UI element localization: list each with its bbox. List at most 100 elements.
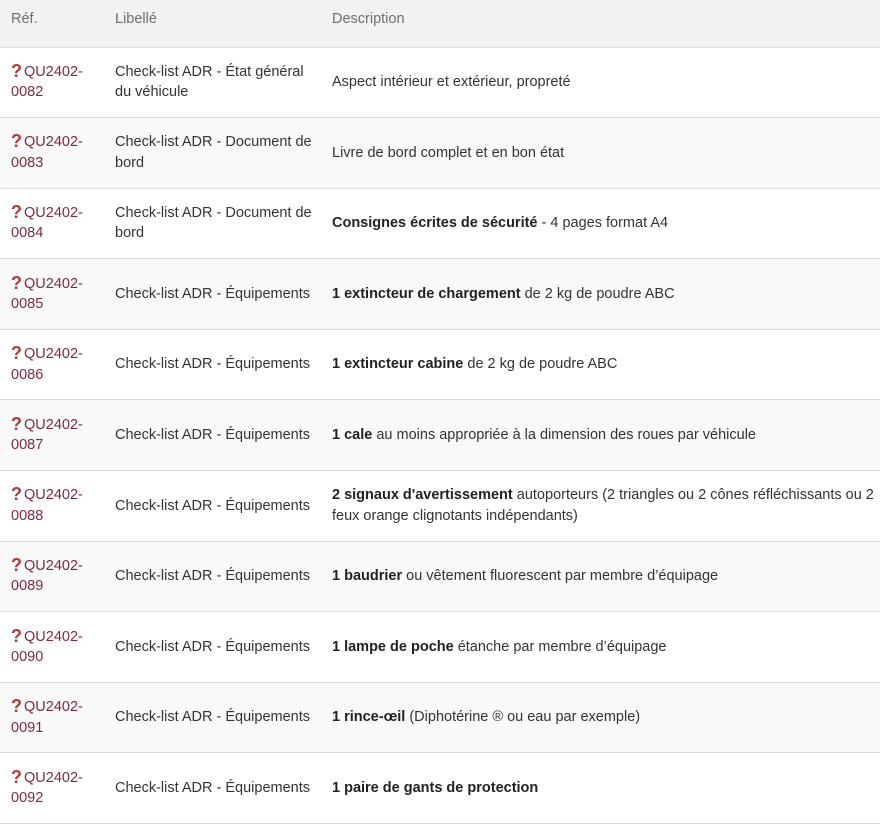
description-text: ou vêtement fluorescent par membre d’équ… [402, 568, 719, 585]
description-text: étanche par membre d’équipage [453, 638, 667, 655]
description-highlight: 1 extincteur de chargement [332, 285, 521, 302]
ref-cell: ? QU2402- 0090 [0, 611, 106, 683]
description-highlight: 1 cale [332, 427, 373, 444]
ref-number: 0084 [11, 225, 44, 242]
ref-number: 0082 [11, 84, 44, 101]
libelle-cell: Check-list ADR - État général du véhicul… [106, 47, 324, 119]
description-cell: 1 paire de gants de protection [324, 752, 880, 825]
description-highlight: Consignes écrites de sécurité [332, 215, 538, 232]
ref-prefix: QU2402- [24, 769, 83, 786]
ref-number: 0085 [11, 296, 44, 313]
description-cell: 1 extincteur de chargement de 2 kg de po… [324, 258, 880, 330]
description-text: - 4 pages format A4 [537, 215, 669, 232]
description-text: de 2 kg de poudre ABC [463, 356, 618, 373]
question-mark-icon: ? [11, 766, 22, 787]
libelle-cell: Check-list ADR - Document de bord [106, 188, 324, 260]
question-mark-icon: ? [11, 201, 22, 222]
question-mark-icon: ? [11, 413, 22, 434]
ref-number: 0092 [11, 790, 44, 807]
ref-cell: ? QU2402- 0083 [0, 117, 106, 189]
libelle-cell: Check-list ADR - Équipements [106, 470, 324, 542]
ref-cell: ? QU2402- 0089 [0, 541, 106, 613]
description-highlight: 1 paire de gants de protection [332, 779, 539, 796]
table-row: ? QU2402- 0092 Check-list ADR - Équipements… [0, 752, 880, 825]
table-row: ? QU2402- 0088 Check-list ADR - Équipements… [0, 470, 880, 542]
question-mark-icon: ? [11, 60, 22, 81]
ref-cell: ? QU2402- 0085 [0, 258, 106, 330]
table-row: ? QU2402- 0090 Check-list ADR - Équipements… [0, 611, 880, 683]
description-cell: 1 baudrier ou vêtement fluorescent par m… [324, 541, 880, 613]
table-row: ? QU2402- 0089 Check-list ADR - Équipements… [0, 541, 880, 613]
ref-prefix: QU2402- [24, 204, 83, 221]
question-mark-icon: ? [11, 343, 22, 364]
table-row: ? QU2402- 0085 Check-list ADR - Équipements… [0, 258, 880, 330]
description-cell: 1 cale au moins appropriée à la dimensio… [324, 399, 880, 472]
libelle-cell: Check-list ADR - Équipements [106, 682, 324, 754]
header-description[interactable]: Description [324, 0, 880, 48]
checklist-table: Réf. Libellé Description ? QU2402- 0082 Che… [0, 0, 880, 825]
ref-prefix: QU2402- [24, 699, 83, 716]
libelle-cell: Check-list ADR - Équipements [106, 611, 324, 683]
question-mark-icon: ? [11, 696, 22, 717]
ref-prefix: QU2402- [24, 628, 83, 645]
ref-cell: ? QU2402- 0091 [0, 682, 106, 754]
ref-number: 0083 [11, 154, 44, 171]
table-row: ? QU2402- 0082 Check-list ADR - État généra… [0, 47, 880, 119]
ref-cell: ? QU2402- 0086 [0, 329, 106, 401]
description-cell: Aspect intérieur et extérieur, propreté [324, 47, 880, 119]
libelle-cell: Check-list ADR - Équipements [106, 258, 324, 330]
table-header: Réf. Libellé Description [0, 0, 880, 48]
libelle-cell: Check-list ADR - Équipements [106, 329, 324, 401]
libelle-cell: Check-list ADR - Équipements [106, 752, 324, 825]
header-ref[interactable]: Réf. [0, 0, 106, 48]
description-cell: 1 lampe de poche étanche par membre d’éq… [324, 611, 880, 683]
question-mark-icon: ? [11, 484, 22, 505]
libelle-cell: Check-list ADR - Équipements [106, 399, 324, 472]
description-highlight: 1 rince-œil [332, 709, 406, 726]
libelle-cell: Check-list ADR - Document de bord [106, 117, 324, 189]
table-row: ? QU2402- 0086 Check-list ADR - Équipements… [0, 329, 880, 401]
ref-prefix: QU2402- [24, 557, 83, 574]
ref-prefix: QU2402- [24, 275, 83, 292]
table-row: ? QU2402- 0091 Check-list ADR - Équipements… [0, 682, 880, 754]
header-row: Réf. Libellé Description [0, 0, 880, 48]
ref-cell: ? QU2402- 0082 [0, 47, 106, 119]
description-highlight: 1 baudrier [332, 568, 403, 585]
description-text: de 2 kg de poudre ABC [520, 285, 675, 302]
ref-number: 0091 [11, 719, 44, 736]
ref-prefix: QU2402- [24, 63, 83, 80]
description-cell: 2 signaux d'avertissement autoporteurs (… [324, 470, 880, 542]
table-row: ? QU2402- 0084 Check-list ADR - Document de… [0, 188, 880, 260]
question-mark-icon: ? [11, 625, 22, 646]
question-mark-icon: ? [11, 272, 22, 293]
ref-cell: ? QU2402- 0087 [0, 399, 106, 472]
ref-prefix: QU2402- [24, 416, 83, 433]
description-text: Aspect intérieur et extérieur, propreté [332, 74, 571, 91]
description-text: Livre de bord complet et en bon état [332, 144, 565, 161]
ref-cell: ? QU2402- 0088 [0, 470, 106, 542]
ref-number: 0086 [11, 366, 44, 383]
ref-number: 0087 [11, 437, 44, 454]
question-mark-icon: ? [11, 554, 22, 575]
ref-prefix: QU2402- [24, 134, 83, 151]
question-mark-icon: ? [11, 131, 22, 152]
ref-number: 0088 [11, 507, 44, 524]
ref-prefix: QU2402- [24, 487, 83, 504]
description-cell: 1 extincteur cabine de 2 kg de poudre AB… [324, 329, 880, 401]
libelle-cell: Check-list ADR - Équipements [106, 541, 324, 613]
ref-number: 0089 [11, 578, 44, 595]
table-row: ? QU2402- 0087 Check-list ADR - Équipements… [0, 399, 880, 472]
ref-cell: ? QU2402- 0092 [0, 752, 106, 825]
description-highlight: 1 extincteur cabine [332, 356, 464, 373]
ref-prefix: QU2402- [24, 346, 83, 363]
description-cell: Consignes écrites de sécurité - 4 pages … [324, 188, 880, 260]
header-libelle[interactable]: Libellé [106, 0, 324, 48]
description-cell: 1 rince-œil (Diphotérine ® ou eau par ex… [324, 682, 880, 754]
description-text: (Diphotérine ® ou eau par exemple) [405, 709, 641, 726]
description-highlight: 2 signaux d'avertissement [332, 487, 513, 504]
ref-number: 0090 [11, 649, 44, 666]
table-row: ? QU2402- 0083 Check-list ADR - Document de… [0, 117, 880, 189]
table-body: ? QU2402- 0082 Check-list ADR - État généra… [0, 47, 880, 825]
description-cell: Livre de bord complet et en bon état [324, 117, 880, 189]
description-text: au moins appropriée à la dimension des r… [372, 427, 756, 444]
